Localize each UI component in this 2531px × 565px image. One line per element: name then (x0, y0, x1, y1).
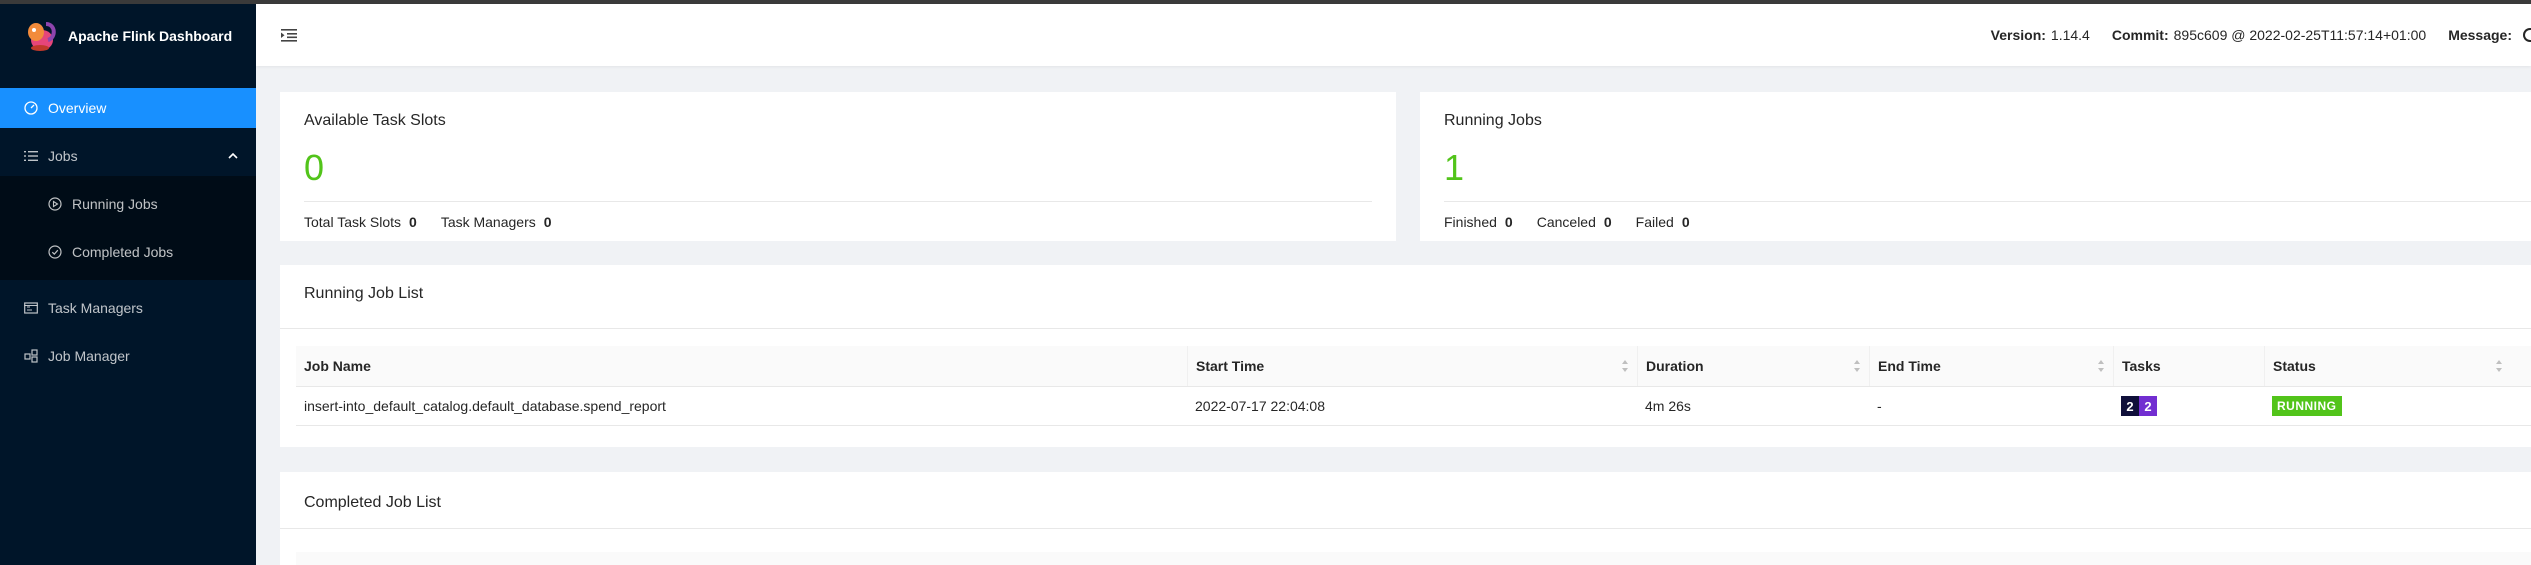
commit-label: Commit: (2111, 27, 2169, 43)
available-slots-value: 0 (304, 147, 325, 188)
sort-icon[interactable] (2495, 358, 2503, 374)
tasks-running-count: 2 (2139, 396, 2157, 416)
sidebar-item-label: Task Managers (48, 300, 143, 316)
cluster-icon (24, 349, 38, 363)
card-title: Running Jobs (1444, 112, 1542, 129)
cell-end-time: - (1877, 398, 1882, 414)
sidebar-item-label: Overview (48, 100, 107, 116)
column-header-start-time[interactable]: Start Time (1187, 346, 1637, 386)
version-info: Version: 1.14.4 Commit: 895c609 @ 2022-02-… (1991, 27, 2531, 43)
column-label: Duration (1646, 358, 1704, 374)
slots-stats: Total Task Slots 0 Task Managers 0 (304, 214, 576, 230)
cell-tasks: 2 2 (2113, 387, 2264, 425)
flink-squirrel-logo (28, 22, 56, 51)
stat-total-task-slots: Total Task Slots 0 (304, 214, 417, 230)
version-value: 1.14.4 (2050, 27, 2090, 43)
play-circle-icon (48, 197, 62, 211)
sidebar: Apache Flink Dashboard Overview Jobs Run… (0, 4, 256, 565)
cell-duration: 4m 26s (1645, 398, 1691, 414)
sidebar-item-running-jobs[interactable]: Running Jobs (0, 184, 256, 224)
stat-value: 0 (1681, 214, 1690, 230)
commit-group: Commit: 895c609 @ 2022-02-25T11:57:14+01:… (2112, 27, 2426, 43)
sidebar-item-task-managers[interactable]: Task Managers (0, 288, 256, 328)
cell-start-time: 2022-07-17 22:04:08 (1195, 398, 1325, 414)
column-label: Tasks (2122, 358, 2161, 374)
stat-canceled: Canceled 0 (1537, 214, 1612, 230)
stat-failed: Failed 0 (1636, 214, 1690, 230)
completed-job-list-card: Completed Job List (280, 472, 2531, 565)
card-divider (1444, 201, 2531, 202)
running-jobs-table: Job Name Start Time Duration End Time Ta… (296, 346, 2531, 426)
menu-fold-icon[interactable] (280, 26, 298, 44)
card-header-divider (280, 528, 2531, 529)
stat-label: Canceled (1536, 214, 1596, 230)
sort-icon[interactable] (2097, 358, 2105, 374)
column-label: Start Time (1196, 358, 1265, 374)
version-group: Version: 1.14.4 (1991, 27, 2090, 43)
sidebar-item-completed-jobs[interactable]: Completed Jobs (0, 232, 256, 272)
stat-label: Task Managers (440, 214, 536, 230)
cell-status: RUNNING (2264, 387, 2511, 425)
stat-label: Finished (1444, 214, 1497, 230)
sidebar-item-label: Job Manager (48, 348, 130, 364)
running-jobs-card: Running Jobs 1 Finished 0 Canceled 0 Faile… (1420, 92, 2531, 241)
stat-value: 0 (1603, 214, 1612, 230)
card-header-divider (280, 328, 2531, 329)
stat-label: Total Task Slots (304, 214, 402, 230)
stat-value: 0 (1504, 214, 1513, 230)
running-job-list-card: Running Job List Job Name Start Time Dur… (280, 265, 2531, 447)
table-header: Job Name Start Time Duration End Time Ta… (296, 346, 2531, 387)
sort-icon[interactable] (1621, 358, 1629, 374)
running-jobs-value: 1 (1444, 147, 1465, 188)
sidebar-item-overview[interactable]: Overview (0, 88, 256, 128)
sort-icon[interactable] (1853, 358, 1861, 374)
stat-finished: Finished 0 (1444, 214, 1513, 230)
column-header-duration[interactable]: Duration (1637, 346, 1869, 386)
sidebar-item-job-manager[interactable]: Job Manager (0, 336, 256, 376)
sidebar-item-label: Running Jobs (72, 196, 158, 212)
check-circle-icon (48, 245, 62, 259)
column-label: Job Name (304, 358, 371, 374)
tasks-total-count: 2 (2121, 396, 2139, 416)
card-divider (304, 201, 1372, 202)
card-title: Running Job List (304, 285, 424, 302)
completed-table-header (296, 552, 2531, 565)
message-group: Message: (2448, 27, 2531, 43)
stat-label: Failed (1635, 214, 1674, 230)
tasks-badge: 2 2 (2121, 396, 2157, 416)
message-indicator-icon (2523, 28, 2531, 42)
top-header: Version: 1.14.4 Commit: 895c609 @ 2022-02-… (256, 4, 2531, 66)
sidebar-item-label: Completed Jobs (72, 244, 174, 260)
schedule-icon (24, 302, 38, 314)
commit-value: 895c609 @ 2022-02-25T11:57:14+01:00 (2173, 27, 2427, 43)
column-label: Status (2273, 358, 2316, 374)
chevron-up-icon[interactable] (228, 151, 238, 161)
jobs-stats: Finished 0 Canceled 0 Failed 0 (1444, 214, 1714, 230)
status-badge: RUNNING (2272, 396, 2342, 416)
dashboard-icon (24, 101, 38, 115)
task-slots-card: Available Task Slots 0 Total Task Slots 0… (280, 92, 1396, 241)
message-label: Message: (2448, 27, 2512, 43)
sidebar-item-jobs[interactable]: Jobs (0, 136, 256, 176)
list-icon (24, 151, 38, 161)
column-header-tasks[interactable]: Tasks (2113, 346, 2264, 386)
app-title: Apache Flink Dashboard (68, 28, 233, 44)
stat-value: 0 (409, 214, 417, 230)
column-header-status[interactable]: Status (2264, 346, 2511, 386)
column-label: End Time (1878, 358, 1941, 374)
stat-task-managers: Task Managers 0 (441, 214, 552, 230)
cell-job-name: insert-into_default_catalog.default_data… (304, 398, 666, 414)
table-row[interactable]: insert-into_default_catalog.default_data… (296, 387, 2531, 426)
column-header-job-name[interactable]: Job Name (296, 346, 1187, 386)
column-header-end-time[interactable]: End Time (1869, 346, 2113, 386)
card-title: Available Task Slots (304, 112, 446, 129)
version-label: Version: (1990, 27, 2046, 43)
stat-value: 0 (543, 214, 552, 230)
sidebar-item-label: Jobs (48, 148, 78, 164)
card-title: Completed Job List (304, 494, 441, 511)
brand[interactable]: Apache Flink Dashboard (0, 4, 256, 68)
jobs-submenu: Running Jobs Completed Jobs (0, 176, 256, 280)
